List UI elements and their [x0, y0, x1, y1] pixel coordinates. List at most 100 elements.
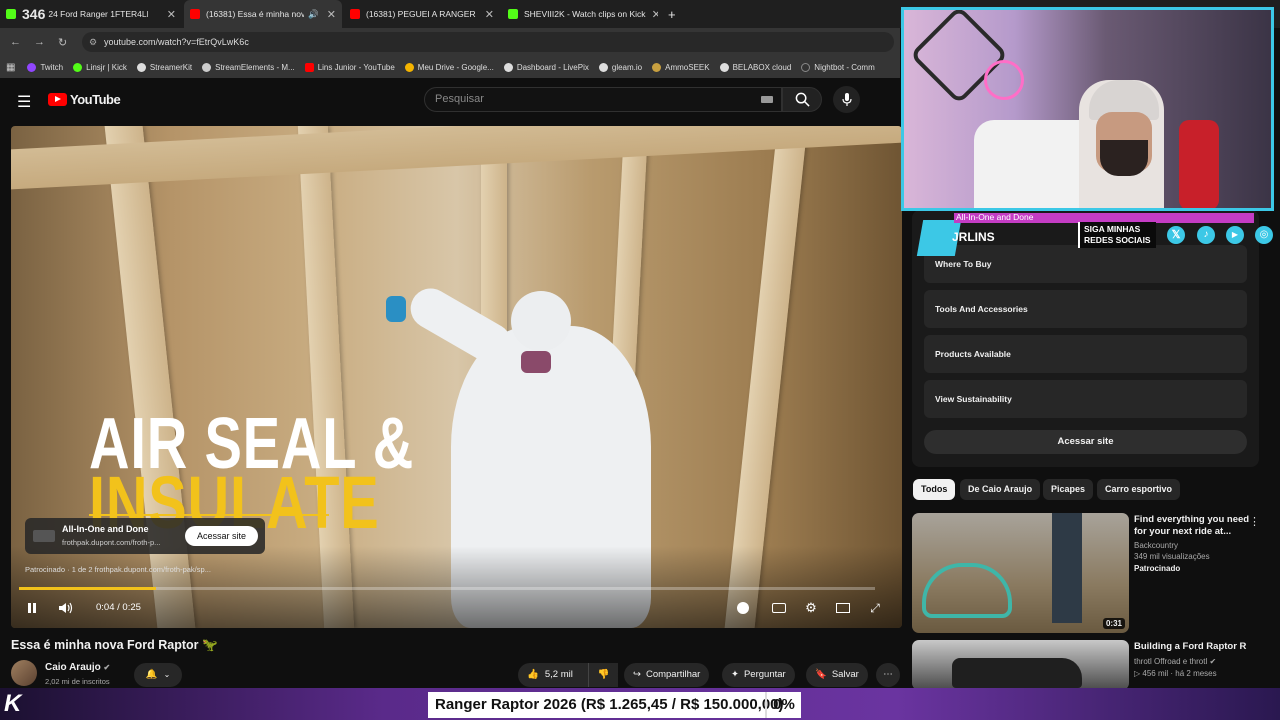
bookmark-drive[interactable]: Meu Drive - Google... [404, 62, 494, 72]
keyboard-icon[interactable] [761, 96, 773, 103]
search-button[interactable] [782, 87, 822, 112]
goal-percent: 0% [765, 692, 801, 718]
pause-button[interactable] [24, 600, 40, 616]
fullscreen-icon: ⤢ [870, 600, 880, 615]
ask-button[interactable]: ✦ Perguntar [722, 663, 795, 687]
bookmark-streamelements[interactable]: StreamElements - M... [202, 62, 295, 72]
ad-link-products[interactable]: Products Available [924, 335, 1247, 373]
stream-overlay-bar: All-In-One and Done JRLINS SIGA MINHAS R… [916, 212, 1280, 256]
chip-de-caio-araujo[interactable]: De Caio Araujo [960, 479, 1041, 500]
youtube-play-logo-icon [48, 93, 67, 106]
search-input[interactable]: Pesquisar [424, 87, 782, 112]
chair-red-accent [1179, 120, 1219, 208]
more-actions-button[interactable]: ⋯ [876, 663, 900, 687]
video-progress-bar[interactable] [19, 587, 875, 590]
youtube-icon [304, 62, 314, 72]
tab-kick-ranger[interactable]: 346 24 Ford Ranger 1FTER4LR8R ✕ [0, 0, 182, 28]
channel-name[interactable]: Caio Araujo ✔ [45, 662, 110, 673]
ad-visit-site-button[interactable]: Acessar site [185, 526, 258, 546]
autoplay-toggle[interactable] [735, 600, 751, 616]
close-tab-icon[interactable]: ✕ [161, 8, 176, 21]
settings-button[interactable]: ⚙ [803, 600, 819, 616]
chip-carro-esportivo[interactable]: Carro esportivo [1097, 479, 1181, 500]
more-dots-icon: ⋯ [883, 669, 893, 680]
tab-youtube-peguei[interactable]: (16381) PEGUEI A RANGER V6 ✕ [344, 0, 500, 28]
beard-decoration [1100, 140, 1148, 176]
livepix-icon [503, 62, 513, 72]
youtube-tab-icon [350, 9, 360, 19]
instagram-icon: ◎ [1255, 226, 1273, 244]
streamer-name-label: JRLINS [952, 230, 995, 244]
bookmark-youtube[interactable]: Lins Junior - YouTube [304, 62, 395, 72]
nightbot-icon [801, 62, 811, 72]
reload-icon[interactable]: ↻ [58, 36, 67, 49]
kick-logo-icon: K [4, 690, 22, 717]
notification-bell-button[interactable]: 🔔 ⌄ [134, 663, 182, 687]
dislike-button[interactable]: 👎 [588, 663, 618, 687]
kick-icon [508, 9, 518, 19]
recommendation-title[interactable]: Find everything you need for your next r… [1134, 514, 1252, 538]
fullscreen-button[interactable]: ⤢ [867, 600, 883, 616]
sponsored-badge: Patrocinado [1134, 564, 1181, 573]
captions-icon [772, 603, 786, 613]
gleam-icon [598, 62, 608, 72]
speaker-icon[interactable]: 🔊 [308, 9, 319, 20]
bookmark-belabox[interactable]: BELABOX cloud [719, 62, 791, 72]
youtube-tab-icon [190, 9, 200, 19]
chip-todos[interactable]: Todos [913, 479, 956, 500]
streamerkit-icon [136, 62, 146, 72]
person-decoration [1052, 513, 1082, 623]
gear-icon: ⚙ [805, 600, 817, 615]
address-bar-row: ← → ↻ ⚙ youtube.com/watch?v=fEtrQvLwK6c [0, 28, 900, 56]
menu-icon[interactable]: ☰ [17, 92, 31, 112]
theater-mode-button[interactable] [835, 600, 851, 616]
new-tab-button[interactable]: + [662, 0, 682, 28]
captions-button[interactable] [771, 600, 787, 616]
bookmarks-bar: ▦ Twitch Linsjr | Kick StreamerKit Strea… [0, 56, 900, 78]
chip-picapes[interactable]: Picapes [1043, 479, 1094, 500]
time-display: 0:04 / 0:25 [96, 602, 141, 613]
recommendation-thumbnail[interactable]: 0:31 [912, 513, 1129, 633]
youtube-logo[interactable]: YouTube [48, 92, 121, 107]
autoplay-icon [737, 602, 749, 614]
ad-link-sustainability[interactable]: View Sustainability [924, 380, 1247, 418]
share-button[interactable]: ↪ Compartilhar [624, 663, 710, 687]
recommendation-thumbnail[interactable] [912, 640, 1129, 690]
sparkle-icon: ✦ [731, 669, 739, 680]
apps-grid-icon[interactable]: ▦ [6, 62, 15, 73]
recommendation-title[interactable]: Building a Ford Raptor R [1134, 641, 1252, 653]
bookmark-ammoseek[interactable]: AmmoSEEK [652, 62, 710, 72]
forward-icon[interactable]: → [34, 36, 45, 48]
bookmark-streamerkit[interactable]: StreamerKit [136, 62, 192, 72]
ad-panel-visit-button[interactable]: Acessar site [924, 430, 1247, 454]
ad-link-tools[interactable]: Tools And Accessories [924, 290, 1247, 328]
advertiser-logo-icon [33, 530, 55, 542]
bookmark-nightbot[interactable]: Nightbot - Comm [801, 62, 875, 72]
bookmark-livepix[interactable]: Dashboard - LivePix [503, 62, 589, 72]
mask-decoration [521, 351, 551, 373]
close-tab-icon[interactable]: ✕ [321, 8, 336, 21]
tab-kick-clips[interactable]: SHEVIII2K - Watch clips on Kick ✕ [502, 0, 658, 28]
bookmark-gleam[interactable]: gleam.io [598, 62, 642, 72]
bookmark-kick[interactable]: Linsjr | Kick [73, 62, 127, 72]
more-vert-icon[interactable]: ⋮ [1249, 515, 1260, 528]
site-info-icon[interactable]: ⚙ [89, 32, 97, 52]
thumbs-up-icon: 👍 [527, 669, 539, 680]
save-button[interactable]: 🔖 Salvar [806, 663, 868, 687]
glove-decoration [386, 296, 406, 322]
close-tab-icon[interactable]: ✕ [479, 8, 494, 21]
volume-button[interactable] [58, 600, 74, 616]
voice-search-button[interactable] [833, 86, 860, 113]
tab-youtube-active[interactable]: (16381) Essa é minha nova F 🔊 ✕ [184, 0, 342, 28]
back-icon[interactable]: ← [10, 36, 21, 48]
url-field[interactable]: ⚙ youtube.com/watch?v=fEtrQvLwK6c [82, 32, 894, 52]
worker-hood [511, 291, 571, 351]
channel-avatar[interactable] [11, 660, 37, 686]
close-tab-icon[interactable]: ✕ [646, 8, 658, 21]
twitch-icon [27, 62, 37, 72]
video-ad-card[interactable]: All-In-One and Done frothpak.dupont.com/… [25, 518, 265, 554]
ceiling-beam-decoration [11, 126, 902, 190]
bookmark-twitch[interactable]: Twitch [27, 62, 63, 72]
ad-accent-line [89, 514, 329, 516]
truck-decoration [952, 658, 1082, 688]
